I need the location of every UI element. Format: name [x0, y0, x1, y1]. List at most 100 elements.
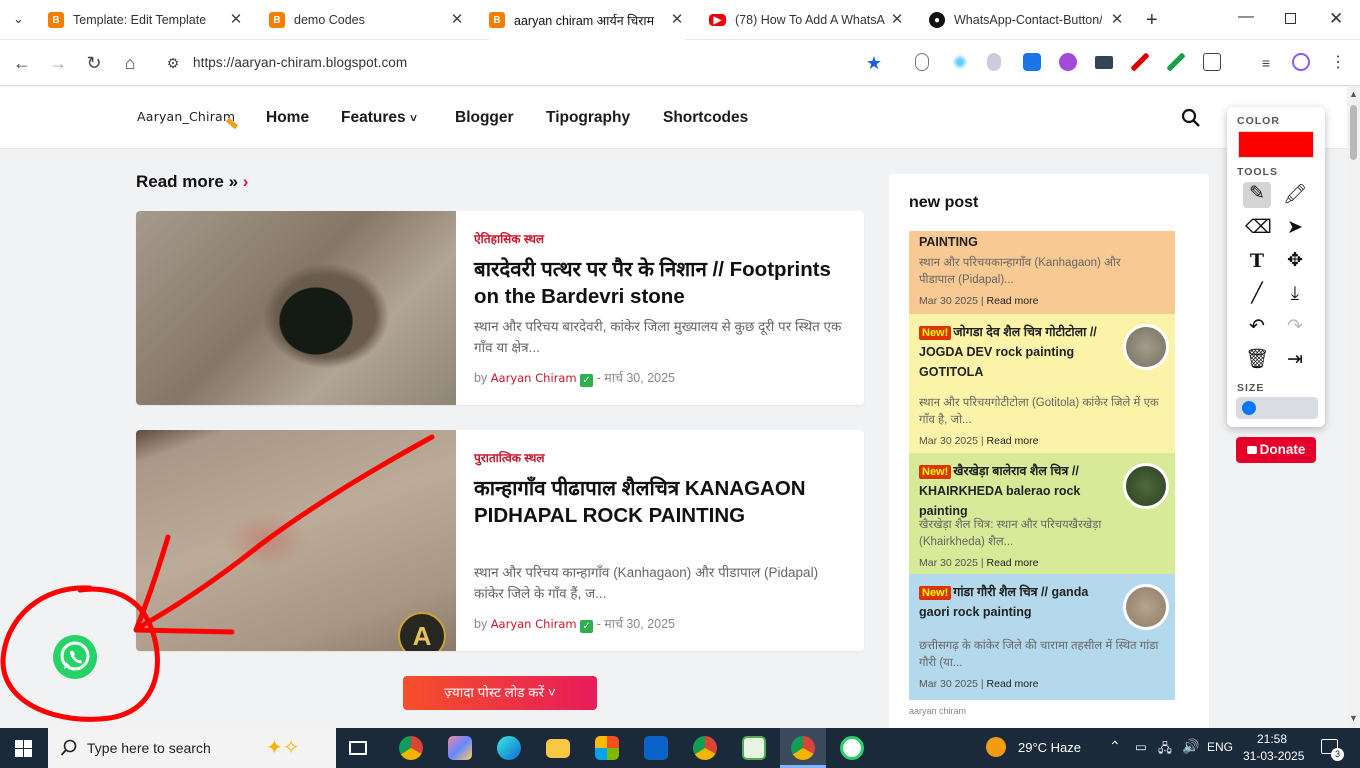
tray-device-icon[interactable]: ▭	[1135, 739, 1147, 754]
clock-date[interactable]: 31-03-2025	[1243, 749, 1304, 763]
extension-purple-icon[interactable]	[1059, 53, 1077, 71]
windows-start-icon[interactable]	[15, 740, 32, 757]
menu-blogger[interactable]: Blogger	[455, 109, 514, 127]
close-window-icon[interactable]: ✕	[1329, 9, 1343, 29]
new-post-item[interactable]: New! खैरखेड़ा बालेराव शैल चित्र // KHAIRK…	[909, 453, 1175, 574]
pointer-icon[interactable]: ➤	[1283, 216, 1307, 240]
post-author[interactable]: Aaryan Chiram	[491, 617, 577, 631]
menu-shortcodes[interactable]: Shortcodes	[663, 109, 748, 127]
chrome-icon[interactable]	[399, 736, 423, 760]
post-card[interactable]: ऐतिहासिक स्थल बारदेवरी पत्थर पर पैर के न…	[136, 211, 864, 405]
tab-search-chevron-icon[interactable]: ⌄	[13, 11, 24, 27]
tray-chevron-icon[interactable]: ⌃	[1109, 738, 1121, 755]
weather-icon[interactable]	[986, 737, 1006, 757]
menu-features[interactable]: Features ˅	[341, 109, 417, 127]
bookmark-star-icon[interactable]: ★	[864, 53, 884, 73]
post-card[interactable]: A पुरातात्विक स्थल कान्हागाँव पीढापाल शै…	[136, 430, 864, 651]
post-title[interactable]: कान्हागाँव पीढापाल शैलचित्र KANAGAON PID…	[474, 475, 849, 529]
close-tab-icon[interactable]: ✕	[228, 12, 244, 28]
extension-loader-icon[interactable]	[951, 53, 969, 71]
post-title[interactable]: बारदेवरी पत्थर पर पैर के निशान // Footpr…	[474, 256, 849, 310]
chrome-active-icon[interactable]	[791, 736, 815, 760]
size-slider-knob[interactable]	[1242, 401, 1256, 415]
read-more-link[interactable]: Read more	[987, 678, 1039, 690]
copilot-icon[interactable]	[448, 736, 472, 760]
extension-pen-green-icon[interactable]	[1167, 53, 1185, 71]
new-post-item[interactable]: PAINTING स्थान और परिचयकान्हागाँव (Kanha…	[909, 231, 1175, 314]
minimize-icon[interactable]: —	[1238, 8, 1254, 26]
menu-home[interactable]: Home	[266, 109, 309, 127]
outlook-icon[interactable]	[644, 736, 668, 760]
task-view-icon[interactable]	[349, 741, 367, 755]
url-field[interactable]: https://aaryan-chiram.blogspot.com	[193, 55, 407, 70]
site-info-icon[interactable]: ⚙	[163, 53, 183, 73]
move-icon[interactable]: ✥	[1283, 249, 1307, 273]
eraser-icon[interactable]: ⌫	[1245, 216, 1272, 240]
exit-icon[interactable]: ⇥	[1283, 348, 1307, 372]
redo-icon[interactable]: ↷	[1283, 315, 1307, 339]
new-post-item[interactable]: New! गांडा गौरी शैल चित्र // ganda gaori …	[909, 574, 1175, 700]
microsoft-store-icon[interactable]	[595, 736, 619, 760]
tab-demo-codes[interactable]: B demo Codes ✕	[269, 0, 465, 40]
volume-icon[interactable]: 🔊	[1182, 738, 1199, 755]
post-category[interactable]: पुरातात्विक स्थल	[474, 449, 545, 466]
load-more-button[interactable]: ज़्यादा पोस्ट लोड करें ˅	[403, 676, 597, 710]
extension-mouse-icon[interactable]	[915, 53, 929, 71]
post-avatar-image[interactable]	[1123, 584, 1169, 630]
tab-template-edit[interactable]: B Template: Edit Template ✕	[48, 0, 244, 40]
weather-text[interactable]: 29°C Haze	[1018, 740, 1081, 755]
close-tab-icon[interactable]: ✕	[449, 12, 465, 28]
scroll-down-arrow-icon[interactable]: ▼	[1349, 713, 1358, 723]
clock-time[interactable]: 21:58	[1257, 732, 1287, 746]
new-post-title[interactable]: New! गांडा गौरी शैल चित्र // ganda gaori …	[919, 582, 1119, 622]
whatsapp-float-button[interactable]	[53, 635, 97, 679]
chrome-profile-icon[interactable]	[693, 736, 717, 760]
color-swatch[interactable]	[1238, 131, 1314, 158]
close-tab-icon[interactable]: ✕	[1109, 12, 1125, 28]
post-category[interactable]: ऐतिहासिक स्थल	[474, 230, 544, 247]
home-icon[interactable]: ⌂	[120, 53, 140, 73]
file-explorer-icon[interactable]	[546, 739, 570, 758]
tab-aaryan-chiram[interactable]: B aaryan chiram आर्यन चिराम ✕	[489, 0, 685, 40]
post-thumbnail[interactable]	[136, 211, 456, 405]
new-tab-button[interactable]: +	[1146, 9, 1158, 32]
scrollbar-thumb[interactable]	[1350, 105, 1357, 160]
back-arrow-icon[interactable]: ←	[12, 53, 32, 73]
input-language[interactable]: ENG	[1207, 740, 1233, 754]
media-control-icon[interactable]: ≡	[1256, 53, 1276, 73]
edge-icon[interactable]	[497, 736, 521, 760]
post-thumbnail[interactable]: A	[136, 430, 456, 651]
save-download-icon[interactable]: ⤓	[1283, 282, 1307, 306]
post-avatar-image[interactable]	[1123, 463, 1169, 509]
donate-button[interactable]: Donate	[1236, 437, 1316, 463]
forward-arrow-icon[interactable]: →	[48, 53, 68, 73]
scroll-up-arrow-icon[interactable]: ▲	[1349, 89, 1358, 99]
tab-youtube-whatsapp[interactable]: ▶ (78) How To Add A WhatsApp ✕	[709, 0, 905, 40]
sheets-app-icon[interactable]	[742, 736, 766, 760]
new-post-title[interactable]: New! खैरखेड़ा बालेराव शैल चित्र // KHAIRK…	[919, 461, 1119, 521]
close-tab-icon[interactable]: ✕	[669, 12, 685, 28]
read-more-link[interactable]: Read more	[987, 435, 1039, 447]
page-scrollbar[interactable]: ▲ ▼	[1347, 87, 1360, 727]
text-tool-icon[interactable]: T	[1245, 249, 1269, 273]
close-tab-icon[interactable]: ✕	[889, 12, 905, 28]
marker-icon[interactable]: 🖍	[1283, 183, 1307, 207]
read-more-link[interactable]: Read more	[987, 557, 1039, 569]
extension-pen-red-icon[interactable]	[1131, 53, 1149, 71]
extension-mouse2-icon[interactable]	[987, 53, 1001, 71]
network-icon[interactable]: 🖧	[1158, 739, 1172, 760]
new-post-title[interactable]: New! जोगडा देव शैल चित्र गोटीटोला // JOGD…	[919, 322, 1119, 382]
post-author[interactable]: Aaryan Chiram	[491, 371, 577, 385]
size-slider[interactable]	[1236, 397, 1318, 419]
new-post-title[interactable]: PAINTING	[919, 232, 1119, 252]
restore-icon[interactable]	[1285, 13, 1296, 24]
reload-icon[interactable]: ↻	[84, 53, 104, 73]
line-tool-icon[interactable]: ╱	[1245, 282, 1269, 306]
undo-icon[interactable]: ↶	[1245, 315, 1269, 339]
post-avatar-image[interactable]	[1123, 324, 1169, 370]
extensions-puzzle-icon[interactable]	[1203, 53, 1221, 71]
profile-avatar-icon[interactable]	[1292, 53, 1310, 71]
read-more-link[interactable]: Read more	[987, 295, 1039, 307]
delete-trash-icon[interactable]: 🗑	[1245, 348, 1269, 372]
tab-github-whatsapp[interactable]: ● WhatsApp-Contact-Button/ ✕	[929, 0, 1125, 40]
